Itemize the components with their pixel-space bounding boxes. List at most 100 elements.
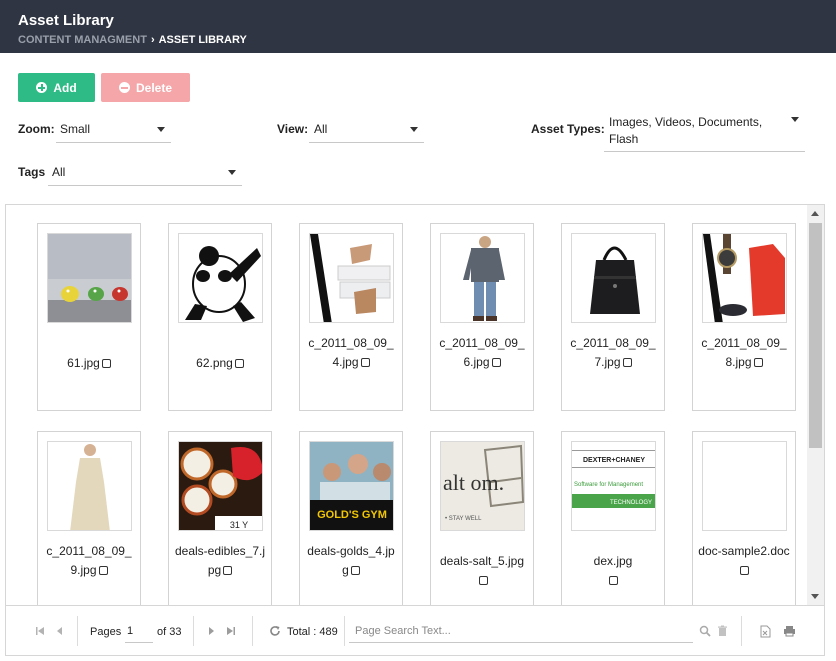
asset-grid: 61.jpg 62.png c_2011_08_09_4.jpg c_2011_… (5, 204, 825, 606)
search-icon[interactable] (699, 625, 711, 637)
chevron-down-icon (228, 170, 236, 175)
scroll-up-icon[interactable] (811, 211, 819, 216)
first-page-icon[interactable] (35, 626, 45, 636)
asset-name: c_2011_08_09_4.jpg (308, 336, 394, 369)
asset-types-select[interactable]: Images, Videos, Documents, Flash (604, 114, 805, 152)
refresh-icon[interactable] (269, 625, 281, 637)
asset-card[interactable]: alt om. • STAY WELL deals-salt_5.jpg (430, 431, 534, 605)
tags-value: All (52, 165, 66, 179)
select-checkbox[interactable] (622, 358, 632, 367)
panda-image (179, 234, 262, 322)
scroll-down-icon[interactable] (811, 594, 819, 599)
select-checkbox[interactable] (98, 566, 108, 575)
vertical-scrollbar[interactable] (807, 205, 824, 605)
select-checkbox[interactable] (101, 359, 111, 368)
excel-export-icon[interactable] (760, 625, 771, 638)
asset-thumbnail (47, 233, 132, 323)
delete-button-label: Delete (135, 80, 173, 95)
view-select[interactable]: All (309, 122, 424, 143)
chevron-down-icon (157, 127, 165, 132)
select-checkbox[interactable] (608, 576, 618, 585)
asset-name: c_2011_08_09_8.jpg (701, 336, 787, 369)
asset-thumbnail: DEXTER+CHANEY Software for Management TE… (571, 441, 656, 531)
chevron-down-icon (410, 127, 418, 132)
asset-card[interactable]: c_2011_08_09_7.jpg (561, 223, 665, 411)
tags-label: Tags (18, 165, 46, 179)
asset-card[interactable]: c_2011_08_09_4.jpg (299, 223, 403, 411)
asset-card[interactable]: c_2011_08_09_9.jpg (37, 431, 141, 605)
asset-card[interactable]: 62.png (168, 223, 272, 411)
sushi-image: 31 Y (179, 442, 262, 530)
dex-image: DEXTER+CHANEY Software for Management TE… (572, 442, 655, 530)
select-checkbox[interactable] (360, 358, 370, 367)
divider (193, 616, 194, 646)
asset-card[interactable]: GOLD'S GYM deals-golds_4.jpg (299, 431, 403, 605)
print-icon[interactable] (783, 625, 796, 637)
next-page-icon[interactable] (206, 626, 216, 636)
add-button[interactable]: Add (18, 73, 95, 102)
select-checkbox[interactable] (753, 358, 763, 367)
tags-select[interactable]: All (48, 165, 242, 186)
breadcrumb-content-management[interactable]: CONTENT MANAGMENT (18, 34, 147, 46)
asset-card[interactable]: doc-sample2.doc (692, 431, 796, 605)
asset-thumbnail (47, 441, 132, 531)
zoom-label: Zoom: (18, 122, 55, 136)
asset-card[interactable]: c_2011_08_09_6.jpg (430, 223, 534, 411)
asset-name: doc-sample2.doc (698, 544, 790, 558)
page-number-input[interactable]: 1 (125, 623, 153, 643)
asset-thumbnail: GOLD'S GYM (309, 441, 394, 531)
watch-image (703, 234, 786, 322)
asset-types-label: Asset Types: (531, 122, 605, 136)
page-search-input[interactable]: Page Search Text... (349, 621, 693, 643)
select-checkbox[interactable] (234, 359, 244, 368)
asset-card[interactable]: c_2011_08_09_8.jpg (692, 223, 796, 411)
view-label: View: (277, 122, 309, 136)
select-checkbox[interactable] (478, 576, 488, 585)
asset-thumbnail (702, 441, 787, 531)
page-count: of 33 (157, 626, 182, 638)
pager-bar: Pages 1 of 33 Total : 489 Page Search Te… (5, 606, 825, 656)
asset-thumbnail (571, 233, 656, 323)
shoes-image (310, 234, 393, 322)
view-value: All (314, 122, 328, 136)
zoom-value: Small (60, 122, 91, 136)
asset-thumbnail (440, 233, 525, 323)
select-checkbox[interactable] (350, 566, 360, 575)
gym-image: GOLD'S GYM (310, 442, 393, 530)
prev-page-icon[interactable] (55, 626, 65, 636)
chevron-down-icon (791, 117, 799, 122)
asset-thumbnail (702, 233, 787, 323)
sushi-caption-text: 31 Y (230, 520, 248, 530)
select-checkbox[interactable] (223, 566, 233, 575)
dex-technology-text: TECHNOLOGY (610, 500, 652, 506)
breadcrumb-asset-library: ASSET LIBRARY (158, 34, 247, 46)
divider (344, 616, 345, 646)
asset-card[interactable]: 31 Y deals-edibles_7.jpg (168, 431, 272, 605)
delete-button[interactable]: Delete (101, 73, 190, 102)
trash-icon[interactable] (717, 625, 728, 637)
select-checkbox[interactable] (491, 358, 501, 367)
asset-name: c_2011_08_09_6.jpg (439, 336, 525, 369)
asset-thumbnail: alt om. • STAY WELL (440, 441, 525, 531)
salt-tagline-text: • STAY WELL (445, 516, 482, 522)
breadcrumb-separator-icon: › (150, 34, 155, 46)
salt-image: alt om. • STAY WELL (441, 442, 524, 530)
select-checkbox[interactable] (739, 566, 749, 575)
asset-thumbnail (309, 233, 394, 323)
asset-card[interactable]: 61.jpg (37, 223, 141, 411)
salt-logo-text: alt om. (443, 470, 504, 495)
gym-logo-text: GOLD'S GYM (317, 509, 387, 521)
zoom-select[interactable]: Small (56, 122, 171, 143)
asset-name: c_2011_08_09_9.jpg (46, 544, 132, 577)
asset-name: deals-salt_5.jpg (439, 554, 525, 568)
asset-name: dex.jpg (593, 554, 633, 568)
dress-image (48, 442, 131, 530)
asset-name: 62.png (196, 356, 233, 370)
add-button-label: Add (53, 80, 77, 95)
asset-name: 61.jpg (67, 356, 100, 370)
asset-thumbnail (178, 233, 263, 323)
last-page-icon[interactable] (226, 626, 236, 636)
divider (741, 616, 742, 646)
asset-card[interactable]: DEXTER+CHANEY Software for Management TE… (561, 431, 665, 605)
scrollbar-thumb[interactable] (809, 223, 822, 448)
